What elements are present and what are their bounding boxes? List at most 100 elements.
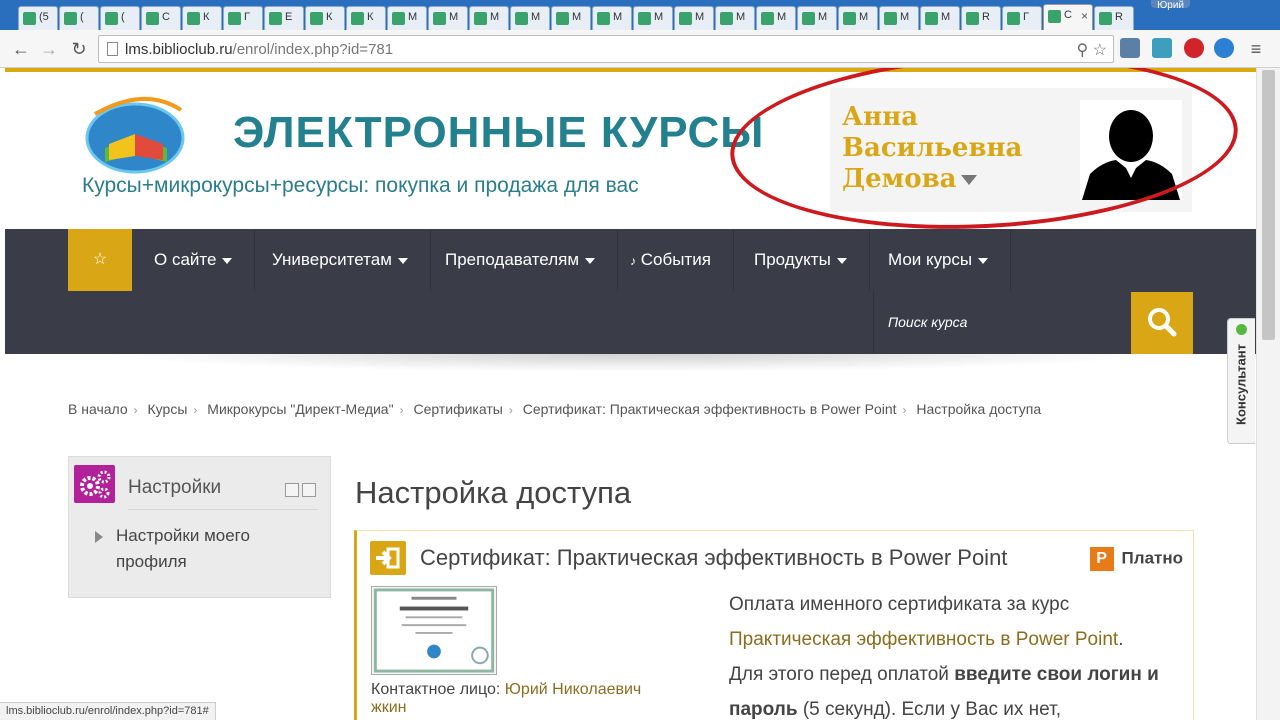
- browser-tab[interactable]: М: [551, 6, 591, 30]
- bookmark-star-icon[interactable]: ☆: [1093, 42, 1107, 59]
- microphone-icon: ♪: [630, 254, 636, 268]
- tab-favicon-icon: [1099, 12, 1112, 25]
- user-menu-caret-icon[interactable]: [960, 175, 977, 185]
- browser-tab-strip: Юрий (5((С К Г Е К К М М М М М М М М М М М М М М R Г С × R: [0, 0, 1280, 30]
- browser-tab[interactable]: М: [838, 6, 878, 30]
- zoom-icon[interactable]: ⚲: [1076, 42, 1088, 59]
- menu-icon[interactable]: ≡: [1245, 38, 1267, 60]
- enrol-icon: [370, 541, 406, 575]
- breadcrumb-item-microcourses[interactable]: Микрокурсы "Директ-Медиа": [207, 401, 393, 417]
- main-navigation: ☆ О сайте Университетам Преподавателям ♪…: [5, 229, 1256, 354]
- scrollbar-thumb[interactable]: [1262, 70, 1275, 340]
- browser-tab[interactable]: М: [756, 6, 796, 30]
- browser-tab[interactable]: М: [592, 6, 632, 30]
- tab-favicon-icon: [1007, 12, 1020, 25]
- browser-tab[interactable]: М: [674, 6, 714, 30]
- collapse-block-icon[interactable]: [285, 483, 299, 497]
- tab-favicon-icon: [474, 12, 487, 25]
- browser-tab[interactable]: С: [141, 6, 181, 30]
- my-profile-settings-link[interactable]: Настройки моего профиля: [116, 523, 276, 575]
- course-link[interactable]: Практическая эффективность в Power Point: [729, 629, 1118, 650]
- dock-block-icon[interactable]: [302, 483, 316, 497]
- browser-tab[interactable]: М: [428, 6, 468, 30]
- chevron-down-icon: [585, 257, 596, 264]
- browser-tab[interactable]: R: [961, 6, 1001, 30]
- browser-tab[interactable]: М: [879, 6, 919, 30]
- tab-favicon-icon: [843, 12, 856, 25]
- expand-triangle-icon[interactable]: [95, 531, 103, 543]
- tab-label: М: [572, 11, 582, 23]
- browser-tab[interactable]: М: [797, 6, 837, 30]
- browser-tab[interactable]: М: [920, 6, 960, 30]
- nav-item-events[interactable]: ♪ События: [608, 229, 734, 291]
- course-title[interactable]: Сертификат: Практическая эффективность в…: [420, 545, 1007, 571]
- paid-badge: Р Платно: [1089, 547, 1183, 571]
- nav-item-my-courses[interactable]: Мои курсы: [866, 229, 1012, 291]
- breadcrumb-item-home[interactable]: В начало: [68, 401, 128, 417]
- browser-tab[interactable]: Г: [1002, 6, 1042, 30]
- browser-tab[interactable]: М: [633, 6, 673, 30]
- opera-extension-icon[interactable]: [1184, 38, 1204, 58]
- user-name[interactable]: Анна Васильевна Демова: [842, 102, 1032, 195]
- page-scrollbar[interactable]: [1256, 68, 1280, 720]
- browser-tab[interactable]: М: [387, 6, 427, 30]
- paid-label: Платно: [1121, 548, 1183, 568]
- browser-tab[interactable]: К: [305, 6, 345, 30]
- tab-label: С: [1064, 9, 1072, 21]
- avatar[interactable]: [1080, 100, 1182, 200]
- browser-tab[interactable]: Г: [223, 6, 263, 30]
- tab-favicon-icon: [351, 12, 364, 25]
- tab-favicon-icon: [597, 12, 610, 25]
- logo-title[interactable]: ЭЛЕКТРОННЫЕ КУРСЫ: [233, 108, 764, 158]
- contact-name-link[interactable]: Юрий Николаевич: [505, 681, 642, 698]
- browser-tab-active[interactable]: С ×: [1043, 4, 1093, 30]
- home-star-icon[interactable]: ☆: [68, 229, 132, 291]
- extension-icon-2[interactable]: [1152, 38, 1172, 58]
- breadcrumb-item-courses[interactable]: Курсы: [148, 401, 188, 417]
- back-icon[interactable]: ←: [10, 38, 32, 60]
- close-tab-icon[interactable]: ×: [1081, 9, 1088, 23]
- chevron-down-icon: [397, 257, 408, 264]
- breadcrumb-item-course[interactable]: Сертификат: Практическая эффективность в…: [523, 401, 897, 417]
- tab-favicon-icon: [433, 12, 446, 25]
- nav-item-teachers[interactable]: Преподавателям: [423, 229, 619, 291]
- browser-tab[interactable]: М: [715, 6, 755, 30]
- page-icon: [107, 42, 118, 56]
- logo-globe-icon[interactable]: [85, 94, 187, 174]
- address-bar[interactable]: lms.biblioclub.ru/enrol/index.php?id=781…: [98, 35, 1114, 63]
- extension-icon-4[interactable]: [1214, 38, 1234, 58]
- browser-tab[interactable]: (: [100, 6, 140, 30]
- tab-label: М: [531, 11, 541, 23]
- breadcrumb-separator-icon: ›: [399, 403, 404, 417]
- tab-favicon-icon: [556, 12, 569, 25]
- nav-item-universities[interactable]: Университетам: [250, 229, 431, 291]
- user-menu[interactable]: Анна Васильевна Демова: [830, 88, 1192, 212]
- certificate-thumbnail[interactable]: [371, 586, 497, 675]
- consultant-widget[interactable]: Консультант: [1227, 318, 1255, 444]
- browser-tab[interactable]: Е: [264, 6, 304, 30]
- breadcrumb-separator-icon: ›: [508, 403, 513, 417]
- window-user-label[interactable]: Юрий: [1151, 0, 1190, 11]
- reload-icon[interactable]: ↻: [68, 38, 90, 60]
- tab-label: М: [695, 11, 705, 23]
- tab-favicon-icon: [679, 12, 692, 25]
- browser-tab[interactable]: М: [510, 6, 550, 30]
- tab-label: М: [818, 11, 828, 23]
- course-search-input[interactable]: Поиск курса: [873, 291, 1131, 353]
- search-button[interactable]: [1131, 292, 1193, 354]
- extension-icon-1[interactable]: [1120, 38, 1140, 58]
- breadcrumb-item-certificates[interactable]: Сертификаты: [413, 401, 502, 417]
- tab-favicon-icon: [884, 12, 897, 25]
- browser-tab[interactable]: К: [346, 6, 386, 30]
- browser-tab[interactable]: (: [59, 6, 99, 30]
- breadcrumb-separator-icon: ›: [902, 403, 907, 417]
- browser-tab[interactable]: К: [182, 6, 222, 30]
- browser-tab[interactable]: R: [1094, 6, 1134, 30]
- nav-item-about[interactable]: О сайте: [132, 229, 256, 291]
- forward-icon[interactable]: →: [38, 38, 60, 60]
- tab-label: (: [80, 11, 84, 23]
- browser-tab[interactable]: (5: [18, 6, 58, 30]
- nav-item-products[interactable]: Продукты: [732, 229, 870, 291]
- browser-tab[interactable]: М: [469, 6, 509, 30]
- contact-name-link-continued[interactable]: жкин: [371, 699, 406, 716]
